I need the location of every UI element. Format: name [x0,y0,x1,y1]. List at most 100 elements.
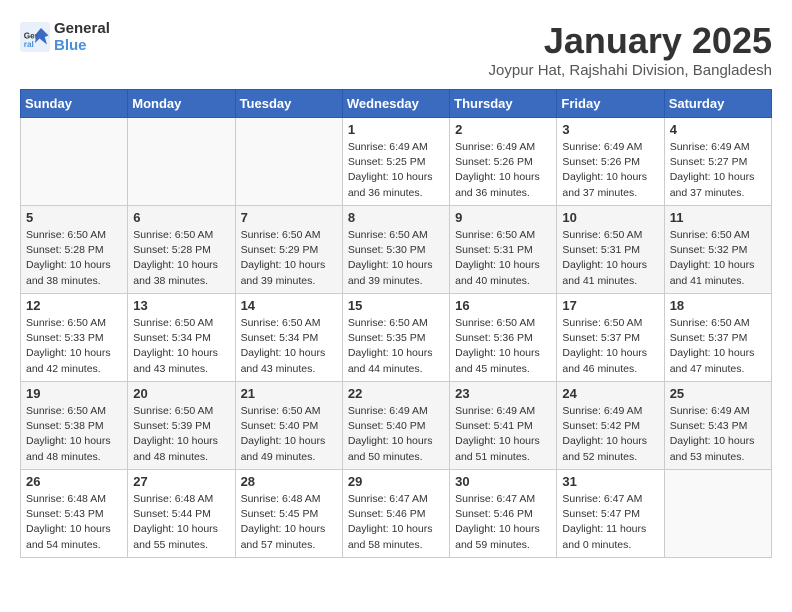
day-info: Sunrise: 6:47 AM Sunset: 5:46 PM Dayligh… [455,492,551,553]
calendar-cell: 13 Sunrise: 6:50 AM Sunset: 5:34 PM Dayli… [128,294,235,382]
title-block: January 2025 Joypur Hat, Rajshahi Divisi… [489,20,772,79]
day-info: Sunrise: 6:49 AM Sunset: 5:40 PM Dayligh… [348,404,444,465]
day-number: 29 [348,474,444,489]
day-number: 3 [562,122,658,137]
calendar-cell: 28Sunrise: 6:48 AM Sunset: 5:45 PM Dayli… [235,470,342,558]
calendar-subtitle: Joypur Hat, Rajshahi Division, Banglades… [489,62,772,79]
weekday-header: Thursday [450,90,557,118]
calendar-cell: 25 Sunrise: 6:49 AM Sunset: 5:43 PM Dayli… [664,382,771,470]
day-info: Sunrise: 6:50 AM Sunset: 5:32 PM Dayligh… [670,228,766,289]
calendar-cell: 7 Sunrise: 6:50 AM Sunset: 5:29 PM Daylig… [235,206,342,294]
calendar-cell: 14Sunrise: 6:50 AM Sunset: 5:34 PM Dayli… [235,294,342,382]
day-info: Sunrise: 6:50 AM Sunset: 5:34 PM Dayligh… [241,316,337,377]
day-number: 16 [455,298,551,313]
calendar-cell: 21 Sunrise: 6:50 AM Sunset: 5:40 PM Dayli… [235,382,342,470]
day-info: Sunrise: 6:48 AM Sunset: 5:44 PM Dayligh… [133,492,229,553]
day-number: 18 [670,298,766,313]
calendar-cell: 1 Sunrise: 6:49 AM Sunset: 5:25 PM Daylig… [342,118,449,206]
day-info: Sunrise: 6:50 AM Sunset: 5:35 PM Dayligh… [348,316,444,377]
day-number: 9 [455,210,551,225]
day-info: Sunrise: 6:50 AM Sunset: 5:28 PM Dayligh… [26,228,122,289]
calendar-cell: 27 Sunrise: 6:48 AM Sunset: 5:44 PM Dayli… [128,470,235,558]
day-info: Sunrise: 6:50 AM Sunset: 5:37 PM Dayligh… [670,316,766,377]
calendar-cell: 17Sunrise: 6:50 AM Sunset: 5:37 PM Dayli… [557,294,664,382]
calendar-cell [128,118,235,206]
svg-text:ral: ral [24,40,34,49]
calendar-cell: 19Sunrise: 6:50 AM Sunset: 5:38 PM Dayli… [21,382,128,470]
day-info: Sunrise: 6:49 AM Sunset: 5:25 PM Dayligh… [348,140,444,201]
calendar-title: January 2025 [489,20,772,62]
day-number: 15 [348,298,444,313]
calendar-cell: 2Sunrise: 6:49 AM Sunset: 5:26 PM Daylig… [450,118,557,206]
day-number: 13 [133,298,229,313]
calendar-cell: 12 Sunrise: 6:50 AM Sunset: 5:33 PM Dayli… [21,294,128,382]
day-info: Sunrise: 6:47 AM Sunset: 5:47 PM Dayligh… [562,492,658,553]
day-info: Sunrise: 6:50 AM Sunset: 5:40 PM Dayligh… [241,404,337,465]
calendar-week-row: 26 Sunrise: 6:48 AM Sunset: 5:43 PM Dayli… [21,470,772,558]
page-header: Gene ral General Blue January 2025 Joypu… [20,20,772,79]
day-info: Sunrise: 6:50 AM Sunset: 5:28 PM Dayligh… [133,228,229,289]
day-number: 20 [133,386,229,401]
day-info: Sunrise: 6:49 AM Sunset: 5:43 PM Dayligh… [670,404,766,465]
day-number: 28 [241,474,337,489]
day-number: 12 [26,298,122,313]
day-number: 1 [348,122,444,137]
day-info: Sunrise: 6:48 AM Sunset: 5:43 PM Dayligh… [26,492,122,553]
calendar-cell: 4 Sunrise: 6:49 AM Sunset: 5:27 PM Daylig… [664,118,771,206]
calendar-cell: 11Sunrise: 6:50 AM Sunset: 5:32 PM Dayli… [664,206,771,294]
calendar-cell [21,118,128,206]
day-number: 26 [26,474,122,489]
calendar-week-row: 5 Sunrise: 6:50 AM Sunset: 5:28 PM Daylig… [21,206,772,294]
day-number: 25 [670,386,766,401]
day-number: 21 [241,386,337,401]
calendar-cell [235,118,342,206]
calendar-cell: 18 Sunrise: 6:50 AM Sunset: 5:37 PM Dayli… [664,294,771,382]
day-number: 7 [241,210,337,225]
day-info: Sunrise: 6:50 AM Sunset: 5:33 PM Dayligh… [26,316,122,377]
day-info: Sunrise: 6:49 AM Sunset: 5:27 PM Dayligh… [670,140,766,201]
calendar-cell: 30 Sunrise: 6:47 AM Sunset: 5:46 PM Dayli… [450,470,557,558]
day-number: 19 [26,386,122,401]
day-number: 27 [133,474,229,489]
day-number: 30 [455,474,551,489]
calendar-cell: 16Sunrise: 6:50 AM Sunset: 5:36 PM Dayli… [450,294,557,382]
day-number: 10 [562,210,658,225]
weekday-header: Wednesday [342,90,449,118]
calendar-cell: 31 Sunrise: 6:47 AM Sunset: 5:47 PM Dayli… [557,470,664,558]
day-number: 5 [26,210,122,225]
day-info: Sunrise: 6:50 AM Sunset: 5:31 PM Dayligh… [455,228,551,289]
calendar-cell: 3 Sunrise: 6:49 AM Sunset: 5:26 PM Daylig… [557,118,664,206]
day-info: Sunrise: 6:50 AM Sunset: 5:29 PM Dayligh… [241,228,337,289]
day-info: Sunrise: 6:50 AM Sunset: 5:31 PM Dayligh… [562,228,658,289]
day-info: Sunrise: 6:47 AM Sunset: 5:46 PM Dayligh… [348,492,444,553]
calendar-cell: 29 Sunrise: 6:47 AM Sunset: 5:46 PM Dayli… [342,470,449,558]
calendar-cell: 24 Sunrise: 6:49 AM Sunset: 5:42 PM Dayli… [557,382,664,470]
logo-text-line1: General [54,20,110,37]
calendar-cell: 8 Sunrise: 6:50 AM Sunset: 5:30 PM Daylig… [342,206,449,294]
calendar-week-row: 19Sunrise: 6:50 AM Sunset: 5:38 PM Dayli… [21,382,772,470]
weekday-header: Friday [557,90,664,118]
day-info: Sunrise: 6:49 AM Sunset: 5:26 PM Dayligh… [562,140,658,201]
calendar-week-row: 12 Sunrise: 6:50 AM Sunset: 5:33 PM Dayli… [21,294,772,382]
logo-icon: Gene ral [20,22,50,52]
day-number: 24 [562,386,658,401]
logo-text-line2: Blue [54,37,110,54]
day-info: Sunrise: 6:50 AM Sunset: 5:37 PM Dayligh… [562,316,658,377]
calendar-cell: 15 Sunrise: 6:50 AM Sunset: 5:35 PM Dayli… [342,294,449,382]
weekday-header: Tuesday [235,90,342,118]
day-number: 8 [348,210,444,225]
calendar-header-row: SundayMondayTuesdayWednesdayThursdayFrid… [21,90,772,118]
day-number: 31 [562,474,658,489]
day-info: Sunrise: 6:50 AM Sunset: 5:34 PM Dayligh… [133,316,229,377]
day-number: 6 [133,210,229,225]
weekday-header: Monday [128,90,235,118]
calendar-cell: 9 Sunrise: 6:50 AM Sunset: 5:31 PM Daylig… [450,206,557,294]
day-info: Sunrise: 6:49 AM Sunset: 5:42 PM Dayligh… [562,404,658,465]
calendar-cell: 10 Sunrise: 6:50 AM Sunset: 5:31 PM Dayli… [557,206,664,294]
day-number: 4 [670,122,766,137]
calendar-week-row: 1 Sunrise: 6:49 AM Sunset: 5:25 PM Daylig… [21,118,772,206]
day-info: Sunrise: 6:50 AM Sunset: 5:30 PM Dayligh… [348,228,444,289]
calendar-cell: 20Sunrise: 6:50 AM Sunset: 5:39 PM Dayli… [128,382,235,470]
calendar-cell: 6 Sunrise: 6:50 AM Sunset: 5:28 PM Daylig… [128,206,235,294]
calendar-cell: 5 Sunrise: 6:50 AM Sunset: 5:28 PM Daylig… [21,206,128,294]
